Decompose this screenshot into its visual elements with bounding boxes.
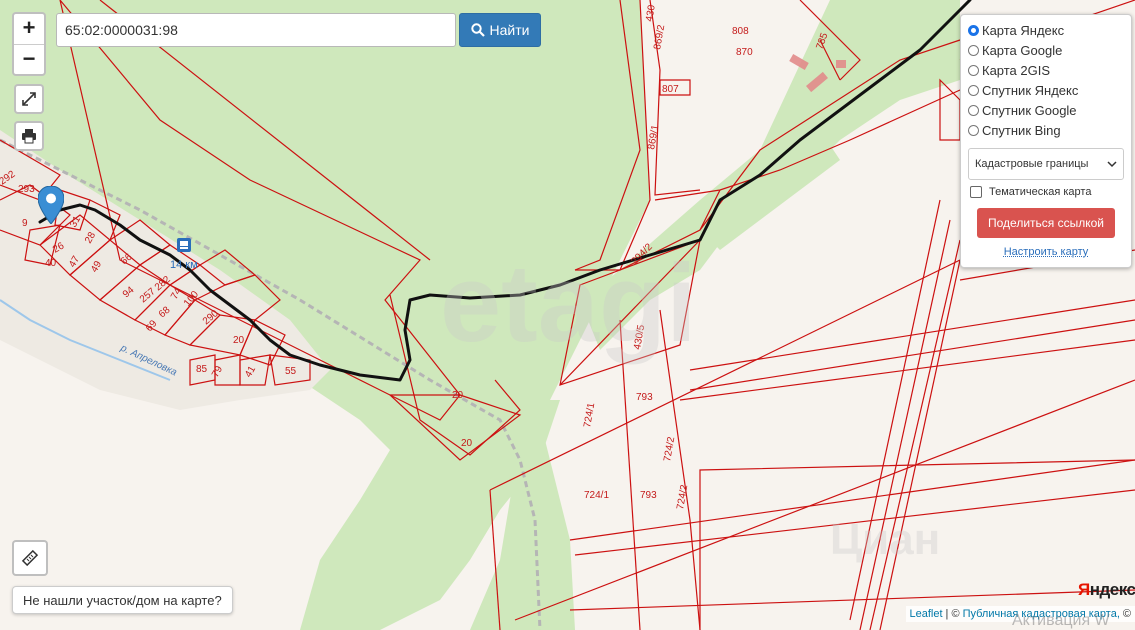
measure-button[interactable]: [12, 540, 48, 576]
overlay-select[interactable]: Кадастровые границы: [968, 148, 1124, 180]
search-icon: [470, 23, 485, 37]
yandex-logo: Яндекс: [1078, 580, 1135, 599]
overlay-select-value: Кадастровые границы: [975, 158, 1089, 170]
search-button-label: Найти: [489, 22, 530, 38]
basemap-option[interactable]: Карта Яндекс: [968, 20, 1124, 40]
parcel-label: 9: [22, 218, 28, 229]
parcel-label: 20: [233, 335, 245, 346]
zoom-control: + −: [12, 12, 46, 76]
layers-panel: Карта Яндекс Карта Google Карта 2GIS Спутни…: [960, 14, 1132, 268]
share-link-button[interactable]: Поделиться ссылкой: [977, 208, 1115, 238]
parcel-label: 793: [636, 392, 653, 403]
cadastral-search-input[interactable]: [56, 13, 456, 47]
activation-watermark: Активация W: [1012, 612, 1110, 629]
parcel-label: 870: [736, 47, 753, 58]
leaflet-link[interactable]: Leaflet: [910, 608, 943, 620]
expand-icon: [22, 92, 36, 106]
chevron-down-icon: [1107, 161, 1117, 168]
station-label: 14 км: [170, 259, 198, 271]
parcel-label: 793: [640, 490, 657, 501]
basemap-radio[interactable]: [968, 104, 979, 116]
basemap-option[interactable]: Карта Google: [968, 40, 1124, 60]
basemap-option-label: Карта 2GIS: [982, 62, 1051, 78]
zoom-in-button[interactable]: +: [14, 14, 44, 45]
basemap-radio[interactable]: [968, 24, 979, 36]
basemap-option[interactable]: Спутник Яндекс: [968, 80, 1124, 100]
basemap-option-label: Карта Яндекс: [982, 22, 1065, 38]
parcel-label: 724/1: [584, 490, 609, 501]
parcel-label: 55: [285, 366, 297, 377]
parcel-label: 293: [18, 184, 35, 195]
basemap-option[interactable]: Спутник Google: [968, 100, 1124, 120]
parcel-label: 807: [662, 84, 679, 95]
basemap-option[interactable]: Карта 2GIS: [968, 60, 1124, 80]
attribution-separator: | ©: [945, 608, 960, 620]
zoom-out-button[interactable]: −: [14, 45, 44, 75]
basemap-radio[interactable]: [968, 84, 979, 96]
basemap-list: Карта Яндекс Карта Google Карта 2GIS Спутни…: [968, 20, 1124, 140]
basemap-option-label: Карта Google: [982, 42, 1063, 58]
location-pin-icon[interactable]: [38, 186, 64, 224]
fullscreen-button[interactable]: [14, 84, 44, 114]
basemap-radio[interactable]: [968, 64, 979, 76]
parcel-label: 85: [196, 364, 208, 375]
basemap-option[interactable]: Спутник Bing: [968, 120, 1124, 140]
basemap-radio[interactable]: [968, 124, 979, 136]
thematic-map-row[interactable]: Тематическая карта: [968, 186, 1124, 198]
not-found-button[interactable]: Не нашли участок/дом на карте?: [12, 586, 233, 614]
attribution-copyright: ©: [1122, 608, 1131, 620]
thematic-map-checkbox[interactable]: [970, 186, 982, 198]
configure-map-link[interactable]: Настроить карту: [968, 246, 1124, 258]
parcel-label: 20: [452, 390, 464, 401]
basemap-option-label: Спутник Яндекс: [982, 82, 1079, 98]
search-button[interactable]: Найти: [459, 13, 541, 47]
basemap-radio[interactable]: [968, 44, 979, 56]
parcel-label: 40: [45, 258, 57, 269]
basemap-option-label: Спутник Google: [982, 102, 1077, 118]
parcel-label: 808: [732, 26, 749, 37]
print-icon: [22, 129, 36, 144]
station-icon: [177, 238, 191, 252]
parcel-label: 20: [461, 438, 473, 449]
basemap-option-label: Спутник Bing: [982, 122, 1061, 138]
print-button[interactable]: [14, 121, 44, 151]
ruler-icon: [21, 549, 39, 567]
thematic-map-label: Тематическая карта: [989, 186, 1092, 198]
